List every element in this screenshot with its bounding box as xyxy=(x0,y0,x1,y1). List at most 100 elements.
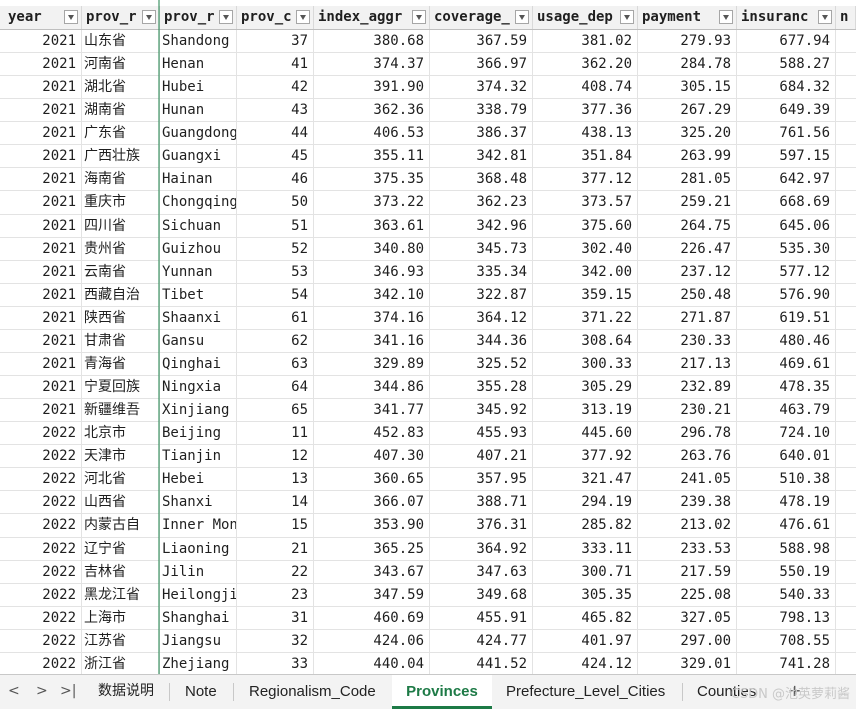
cell-coverage[interactable]: 342.96 xyxy=(430,214,533,238)
cell-coverage[interactable]: 342.81 xyxy=(430,145,533,169)
cell-index-aggr[interactable]: 343.67 xyxy=(314,560,430,584)
cell-prov-name-en[interactable]: Zhejiang xyxy=(160,652,237,674)
cell-insurance[interactable]: 540.33 xyxy=(737,583,836,607)
cell-index-aggr[interactable]: 329.89 xyxy=(314,352,430,376)
tab-prev-button[interactable]: < xyxy=(8,683,20,699)
cell-year[interactable]: 2022 xyxy=(0,652,82,674)
cell-payment[interactable]: 230.33 xyxy=(638,329,737,353)
cell-index-aggr[interactable]: 374.16 xyxy=(314,306,430,330)
cell-prov-name-en[interactable]: Liaoning xyxy=(160,537,237,561)
cell-prov-code[interactable]: 41 xyxy=(237,53,314,77)
cell-prov-name-en[interactable]: Ningxia xyxy=(160,376,237,400)
column-header-prov-name-en[interactable]: prov_r xyxy=(160,6,237,29)
cell-prov-code[interactable]: 45 xyxy=(237,145,314,169)
cell-coverage[interactable]: 345.73 xyxy=(430,237,533,261)
cell-prov-code[interactable]: 12 xyxy=(237,445,314,469)
cell-payment[interactable]: 217.13 xyxy=(638,352,737,376)
cell-prov-name-cn[interactable]: 内蒙古自 xyxy=(82,514,160,538)
cell-year[interactable]: 2021 xyxy=(0,399,82,423)
cell-usage-dep[interactable]: 300.71 xyxy=(533,560,638,584)
cell-coverage[interactable]: 388.71 xyxy=(430,491,533,515)
cell-payment[interactable]: 232.89 xyxy=(638,376,737,400)
cell-usage-dep[interactable]: 362.20 xyxy=(533,53,638,77)
cell-prov-name-en[interactable]: Jilin xyxy=(160,560,237,584)
cell-payment[interactable]: 263.99 xyxy=(638,145,737,169)
cell-coverage[interactable]: 335.34 xyxy=(430,260,533,284)
cell-prov-name-en[interactable]: Yunnan xyxy=(160,260,237,284)
cell-prov-name-en[interactable]: Shandong xyxy=(160,30,237,53)
cell-insurance[interactable]: 550.19 xyxy=(737,560,836,584)
cell-prov-code[interactable]: 54 xyxy=(237,283,314,307)
cell-prov-code[interactable]: 44 xyxy=(237,122,314,146)
cell-coverage[interactable]: 347.63 xyxy=(430,560,533,584)
cell-payment[interactable]: 271.87 xyxy=(638,306,737,330)
cell-payment[interactable]: 325.20 xyxy=(638,122,737,146)
cell-coverage[interactable]: 325.52 xyxy=(430,352,533,376)
filter-dropdown-icon[interactable] xyxy=(620,10,634,24)
cell-insurance[interactable]: 588.27 xyxy=(737,53,836,77)
filter-dropdown-icon[interactable] xyxy=(515,10,529,24)
cell-prov-code[interactable]: 42 xyxy=(237,76,314,100)
cell-index-aggr[interactable]: 452.83 xyxy=(314,422,430,446)
cell-usage-dep[interactable]: 305.35 xyxy=(533,583,638,607)
cell-usage-dep[interactable]: 377.92 xyxy=(533,445,638,469)
cell-usage-dep[interactable]: 333.11 xyxy=(533,537,638,561)
filter-dropdown-icon[interactable] xyxy=(296,10,310,24)
cell-usage-dep[interactable]: 401.97 xyxy=(533,629,638,653)
cell-prov-name-en[interactable]: Chongqing xyxy=(160,191,237,215)
cell-year[interactable]: 2022 xyxy=(0,422,82,446)
cell-usage-dep[interactable]: 302.40 xyxy=(533,237,638,261)
cell-usage-dep[interactable]: 359.15 xyxy=(533,283,638,307)
cell-usage-dep[interactable]: 294.19 xyxy=(533,491,638,515)
cell-prov-code[interactable]: 21 xyxy=(237,537,314,561)
cell-payment[interactable]: 225.08 xyxy=(638,583,737,607)
cell-payment[interactable]: 267.29 xyxy=(638,99,737,123)
cell-prov-name-en[interactable]: Qinghai xyxy=(160,352,237,376)
cell-index-aggr[interactable]: 346.93 xyxy=(314,260,430,284)
cell-prov-name-cn[interactable]: 河北省 xyxy=(82,468,160,492)
cell-coverage[interactable]: 455.93 xyxy=(430,422,533,446)
cell-payment[interactable]: 284.78 xyxy=(638,53,737,77)
cell-prov-name-en[interactable]: Xinjiang xyxy=(160,399,237,423)
cell-insurance[interactable]: 798.13 xyxy=(737,606,836,630)
column-header-insurance[interactable]: insuranc xyxy=(737,6,836,29)
cell-year[interactable]: 2022 xyxy=(0,583,82,607)
cell-prov-name-cn[interactable]: 云南省 xyxy=(82,260,160,284)
cell-prov-name-cn[interactable]: 贵州省 xyxy=(82,237,160,261)
cell-index-aggr[interactable]: 340.80 xyxy=(314,237,430,261)
cell-insurance[interactable]: 724.10 xyxy=(737,422,836,446)
column-header-extra[interactable]: n xyxy=(836,6,856,29)
cell-usage-dep[interactable]: 377.12 xyxy=(533,168,638,192)
cell-prov-name-cn[interactable]: 广西壮族 xyxy=(82,145,160,169)
cell-prov-name-en[interactable]: Heilongji xyxy=(160,583,237,607)
cell-prov-code[interactable]: 53 xyxy=(237,260,314,284)
cell-prov-name-en[interactable]: Sichuan xyxy=(160,214,237,238)
cell-year[interactable]: 2021 xyxy=(0,260,82,284)
cell-coverage[interactable]: 355.28 xyxy=(430,376,533,400)
cell-payment[interactable]: 237.12 xyxy=(638,260,737,284)
cell-usage-dep[interactable]: 424.12 xyxy=(533,652,638,674)
cell-prov-name-cn[interactable]: 广东省 xyxy=(82,122,160,146)
cell-prov-name-cn[interactable]: 重庆市 xyxy=(82,191,160,215)
cell-prov-code[interactable]: 46 xyxy=(237,168,314,192)
cell-payment[interactable]: 250.48 xyxy=(638,283,737,307)
cell-coverage[interactable]: 407.21 xyxy=(430,445,533,469)
cell-insurance[interactable]: 619.51 xyxy=(737,306,836,330)
cell-prov-code[interactable]: 11 xyxy=(237,422,314,446)
cell-prov-code[interactable]: 52 xyxy=(237,237,314,261)
cell-payment[interactable]: 305.15 xyxy=(638,76,737,100)
cell-prov-code[interactable]: 43 xyxy=(237,99,314,123)
cell-prov-name-cn[interactable]: 天津市 xyxy=(82,445,160,469)
cell-prov-name-en[interactable]: Jiangsu xyxy=(160,629,237,653)
cell-year[interactable]: 2021 xyxy=(0,352,82,376)
cell-prov-name-en[interactable]: Shanghai xyxy=(160,606,237,630)
tab-provinces[interactable]: Provinces xyxy=(392,675,492,709)
cell-prov-code[interactable]: 51 xyxy=(237,214,314,238)
cell-prov-name-cn[interactable]: 湖南省 xyxy=(82,99,160,123)
cell-payment[interactable]: 217.59 xyxy=(638,560,737,584)
filter-dropdown-icon[interactable] xyxy=(64,10,78,24)
cell-prov-code[interactable]: 15 xyxy=(237,514,314,538)
cell-coverage[interactable]: 441.52 xyxy=(430,652,533,674)
cell-insurance[interactable]: 668.69 xyxy=(737,191,836,215)
cell-prov-name-en[interactable]: Tibet xyxy=(160,283,237,307)
